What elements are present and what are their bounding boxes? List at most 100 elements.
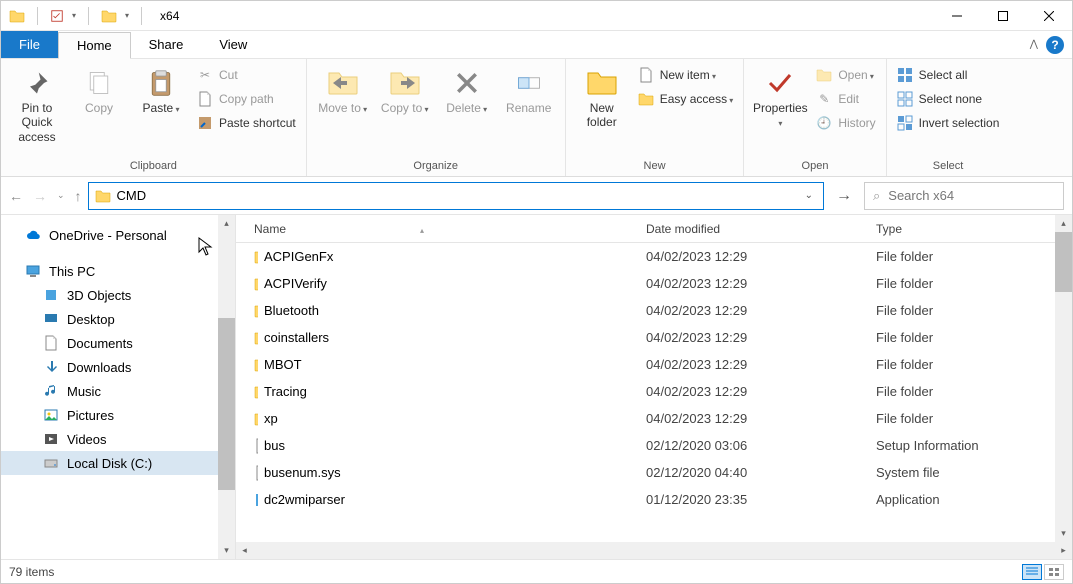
tree-item[interactable]: Pictures (1, 403, 235, 427)
tree-item[interactable]: Videos (1, 427, 235, 451)
open-button[interactable]: Open (812, 63, 879, 87)
scroll-right-icon[interactable]: ▸ (1055, 542, 1072, 559)
file-row[interactable]: dc2wmiparser01/12/2020 23:35Application (236, 486, 1072, 513)
properties-button[interactable]: Properties (750, 63, 810, 134)
new-item-button[interactable]: New item (634, 63, 738, 87)
history-button[interactable]: 🕘History (812, 111, 879, 135)
file-name: dc2wmiparser (258, 492, 646, 507)
tree-item[interactable]: OneDrive - Personal (1, 223, 235, 247)
scroll-thumb[interactable] (218, 318, 235, 490)
delete-button[interactable]: Delete (437, 63, 497, 119)
horizontal-scrollbar[interactable]: ◂ ▸ (236, 542, 1072, 559)
cut-button[interactable]: ✂Cut (193, 63, 300, 87)
tree-item[interactable]: 3D Objects (1, 283, 235, 307)
file-row[interactable]: MBOT04/02/2023 12:29File folder (236, 351, 1072, 378)
vertical-scrollbar[interactable]: ▴ ▾ (1055, 215, 1072, 542)
search-box[interactable]: ⌕ Search x64 (864, 182, 1064, 210)
edit-button[interactable]: ✎Edit (812, 87, 879, 111)
folder-icon (101, 8, 117, 24)
tree-item[interactable]: Music (1, 379, 235, 403)
up-button[interactable]: ↑ (75, 188, 82, 204)
file-type: File folder (846, 249, 1072, 264)
share-tab[interactable]: Share (131, 31, 202, 58)
qat-dropdown[interactable]: ▾ (72, 11, 76, 20)
move-to-button[interactable]: Move to (313, 63, 373, 119)
tree-item[interactable]: This PC (1, 259, 235, 283)
tree-item[interactable]: Desktop (1, 307, 235, 331)
view-tab[interactable]: View (201, 31, 265, 58)
scroll-down-icon[interactable]: ▾ (218, 542, 235, 559)
navigation-pane[interactable]: OneDrive - Personal This PC3D ObjectsDesk… (1, 215, 236, 559)
scroll-left-icon[interactable]: ◂ (236, 542, 253, 559)
scroll-up-icon[interactable]: ▴ (1055, 215, 1072, 232)
go-button[interactable]: → (830, 182, 858, 210)
recent-locations-button[interactable]: ⌄ (57, 190, 65, 201)
file-type: File folder (846, 303, 1072, 318)
column-date[interactable]: Date modified (646, 222, 846, 236)
maximize-button[interactable] (980, 1, 1026, 31)
item-count: 79 items (9, 565, 54, 579)
file-row[interactable]: busenum.sys02/12/2020 04:40System file (236, 459, 1072, 486)
paste-button[interactable]: Paste (131, 63, 191, 119)
pin-quick-access-button[interactable]: Pin to Quick access (7, 63, 67, 148)
scroll-down-icon[interactable]: ▾ (1055, 525, 1072, 542)
file-row[interactable]: bus02/12/2020 03:06Setup Information (236, 432, 1072, 459)
file-tab[interactable]: File (1, 31, 58, 58)
column-headers[interactable]: Name▴ Date modified Type (236, 215, 1072, 243)
new-folder-button[interactable]: New folder (572, 63, 632, 134)
qat-dropdown-2[interactable]: ▾ (125, 11, 129, 20)
edit-icon: ✎ (816, 91, 832, 107)
scroll-thumb[interactable] (1055, 232, 1072, 292)
tree-item[interactable]: Documents (1, 331, 235, 355)
search-placeholder: Search x64 (888, 188, 954, 203)
file-row[interactable]: ACPIGenFx04/02/2023 12:29File folder (236, 243, 1072, 270)
select-all-icon (897, 67, 913, 83)
file-row[interactable]: Bluetooth04/02/2023 12:29File folder (236, 297, 1072, 324)
forward-button[interactable]: → (33, 188, 47, 204)
file-row[interactable]: Tracing04/02/2023 12:29File folder (236, 378, 1072, 405)
select-all-button[interactable]: Select all (893, 63, 1004, 87)
tree-item-label: OneDrive - Personal (49, 228, 167, 243)
details-view-button[interactable] (1022, 564, 1042, 580)
folder-icon (236, 411, 258, 427)
home-tab[interactable]: Home (58, 32, 131, 59)
file-row[interactable]: coinstallers04/02/2023 12:29File folder (236, 324, 1072, 351)
close-button[interactable] (1026, 1, 1072, 31)
file-type: File folder (846, 330, 1072, 345)
address-bar[interactable]: ⌄ (88, 182, 824, 210)
file-type: Setup Information (846, 438, 1072, 453)
copy-path-button[interactable]: Copy path (193, 87, 300, 111)
ribbon-tabs: File Home Share View ⋀ ? (1, 31, 1072, 59)
back-button[interactable]: ← (9, 188, 23, 204)
file-row[interactable]: xp04/02/2023 12:29File folder (236, 405, 1072, 432)
invert-selection-button[interactable]: Invert selection (893, 111, 1004, 135)
tree-item[interactable]: Downloads (1, 355, 235, 379)
paste-shortcut-button[interactable]: Paste shortcut (193, 111, 300, 135)
tree-item-label: Local Disk (C:) (67, 456, 152, 471)
minimize-button[interactable] (934, 1, 980, 31)
file-row[interactable]: ACPIVerify04/02/2023 12:29File folder (236, 270, 1072, 297)
scroll-up-icon[interactable]: ▴ (218, 215, 235, 232)
help-button[interactable]: ? (1046, 36, 1064, 54)
qat-properties-icon[interactable] (50, 9, 64, 23)
copy-to-button[interactable]: Copy to (375, 63, 435, 119)
file-type: File folder (846, 276, 1072, 291)
ribbon-group-organize: Move to Copy to Delete Rename Organize (307, 59, 566, 176)
rename-button[interactable]: Rename (499, 63, 559, 119)
copy-icon (83, 67, 115, 99)
select-none-button[interactable]: Select none (893, 87, 1004, 111)
column-type[interactable]: Type (846, 222, 1072, 236)
copy-button[interactable]: Copy (69, 63, 129, 119)
large-icons-view-button[interactable] (1044, 564, 1064, 580)
cut-icon: ✂ (197, 67, 213, 83)
column-name[interactable]: Name▴ (236, 222, 646, 236)
address-dropdown[interactable]: ⌄ (801, 190, 817, 201)
easy-access-icon (638, 91, 654, 107)
paste-icon (145, 67, 177, 99)
easy-access-button[interactable]: Easy access (634, 87, 738, 111)
address-input[interactable] (117, 188, 795, 203)
tree-scrollbar[interactable]: ▴ ▾ (218, 215, 235, 559)
tree-item-label: Documents (67, 336, 133, 351)
tree-item[interactable]: Local Disk (C:) (1, 451, 235, 475)
collapse-ribbon-icon[interactable]: ⋀ (1030, 39, 1038, 50)
